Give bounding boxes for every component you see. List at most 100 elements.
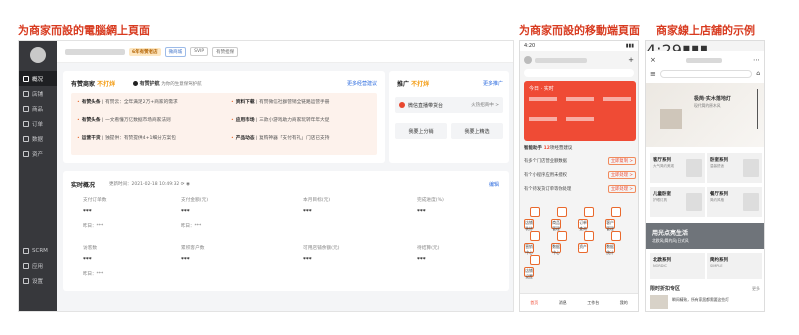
- section-banner[interactable]: 用光点亮生活 北欧风|简约风|日式风: [646, 223, 764, 249]
- task-row[interactable]: 有个小程序应用未授权 立即处理 >: [524, 171, 636, 179]
- task-button[interactable]: 立即处理 >: [607, 171, 636, 179]
- metric-value: ***: [417, 209, 426, 215]
- caption-store: 商家線上店舖的示例: [656, 24, 755, 37]
- sale-more-link[interactable]: 更多: [752, 286, 760, 292]
- edit-link[interactable]: 编辑: [489, 181, 499, 188]
- task-button[interactable]: 立即处理 >: [607, 185, 636, 193]
- more-suggestions-link[interactable]: 更多经营建议: [347, 80, 377, 87]
- tab-workbench[interactable]: 工作台: [587, 300, 599, 306]
- merchant-card: 有赞商家 不打烊 有赞护航 为你的生意保驾护航 更多经营建议 有赞头条 | 有赞…: [63, 71, 385, 163]
- sidebar-item-store[interactable]: 店铺: [19, 86, 57, 101]
- grid-icon[interactable]: [584, 231, 594, 241]
- feature-item[interactable]: 运营干货 | 独提供：有赞提供4+1细分方案包: [77, 135, 176, 141]
- metric-value: ***: [417, 257, 426, 263]
- mobile-header: +: [524, 55, 634, 65]
- product-card[interactable]: 餐厅系列 简约风格: [707, 187, 762, 217]
- sidebar-item-overview[interactable]: 概况: [19, 71, 57, 86]
- grid-label: 营销中心: [524, 243, 534, 255]
- metric-redacted: [566, 97, 594, 101]
- product-subtitle: 大气简约美观: [653, 164, 674, 168]
- task-row[interactable]: 有多个门店营业额数据 立即复制 >: [524, 157, 636, 165]
- grid-label: 商品管理: [551, 219, 561, 231]
- sidebar-item-assets[interactable]: 资产: [19, 146, 57, 161]
- sidebar-item-scrm[interactable]: SCRM: [19, 243, 57, 258]
- grid-icon[interactable]: [530, 231, 540, 241]
- product-card[interactable]: 客厅系列 大气简约美观: [650, 153, 705, 183]
- cart-icon[interactable]: ⌂: [756, 70, 760, 77]
- chart-icon: [23, 135, 29, 142]
- tab-me[interactable]: 我的: [620, 300, 628, 306]
- grid-icon[interactable]: [584, 207, 594, 217]
- sidebar-item-data[interactable]: 数据: [19, 131, 57, 146]
- refresh-icon[interactable]: ⟳: [181, 182, 185, 187]
- sidebar-item-apps[interactable]: 应用: [19, 258, 57, 273]
- product-subtitle: 简约风格: [710, 198, 724, 202]
- feature-desc: 有赞微信社群营销全链路运营手册: [259, 100, 330, 105]
- search-input[interactable]: [659, 69, 753, 78]
- assistant-title: 智能助手: [524, 146, 542, 151]
- grid-label: 数据统计: [605, 243, 615, 255]
- add-icon[interactable]: +: [628, 56, 634, 64]
- bottom-tab-bar: 首页 消息 工作台 我的: [520, 293, 638, 311]
- grid-label: 店铺设置: [524, 267, 534, 279]
- sidebar-item-settings[interactable]: 设置: [19, 273, 57, 288]
- more-promo-link[interactable]: 更多推广: [483, 80, 503, 87]
- update-label: 更新时间：: [109, 182, 132, 187]
- tab-messages[interactable]: 消息: [559, 300, 567, 306]
- metric-value: ***: [303, 209, 312, 215]
- collection-card[interactable]: 简约系列 SIMPLE: [707, 253, 762, 279]
- grid-icon[interactable]: [557, 207, 567, 217]
- task-button[interactable]: 立即复制 >: [607, 157, 636, 165]
- live-channel-row[interactable]: 微信直播带货台 火热招商中 >: [395, 97, 503, 113]
- metric-redacted: [529, 117, 557, 121]
- grid-icon[interactable]: [530, 255, 540, 265]
- feature-item[interactable]: 资料下载 | 有赞微信社群营销全链路运营手册: [231, 99, 330, 105]
- feature-item[interactable]: 应用市场 | 三款小游戏助力商家玩转年年大促: [231, 117, 330, 123]
- feature-name: 应用市场: [235, 118, 255, 123]
- task-row[interactable]: 有个待发货订单等你处理 立即处理 >: [524, 185, 636, 193]
- menu-icon[interactable]: ≡: [650, 70, 656, 78]
- task-text: 有多个门店营业额数据: [524, 159, 567, 164]
- sidebar-item-goods[interactable]: 商品: [19, 101, 57, 116]
- collection-title: 北欧系列: [653, 258, 671, 263]
- feature-item[interactable]: 产品动态 | 复购神器「支付有礼」门店已支持: [231, 135, 330, 141]
- more-icon[interactable]: ⋯: [753, 56, 760, 64]
- chair-image: [660, 109, 682, 129]
- close-icon[interactable]: ×: [650, 56, 656, 64]
- eye-icon[interactable]: ◉: [186, 182, 190, 187]
- product-subtitle: 温馨舒适: [710, 164, 724, 168]
- hero-banner[interactable]: 极简·实木落地灯 现代简约原木风: [646, 83, 764, 147]
- today-label: 今日: [529, 86, 540, 92]
- distribution-button[interactable]: 我要上分销: [395, 123, 447, 139]
- sidebar-item-orders[interactable]: 订单: [19, 116, 57, 131]
- tag-guarantee: 有赞担保: [212, 46, 239, 57]
- grid-icon[interactable]: [611, 231, 621, 241]
- product-card[interactable]: 卧室系列 温馨舒适: [707, 153, 762, 183]
- feature-item[interactable]: 有赞头条 | 一文看懂万亿数据市场商家法则: [77, 117, 171, 123]
- sale-item-image[interactable]: [650, 295, 668, 309]
- grid-icon[interactable]: [611, 207, 621, 217]
- promo-status: 不打烊: [411, 81, 430, 88]
- grid-icon[interactable]: [557, 231, 567, 241]
- feature-name: 产品动态: [235, 136, 255, 141]
- sidebar-item-label: 应用: [32, 263, 44, 270]
- avatar[interactable]: [30, 47, 46, 63]
- avatar[interactable]: [524, 56, 532, 64]
- collection-card[interactable]: 北欧系列 NORDIC: [650, 253, 705, 279]
- search-input[interactable]: [524, 69, 634, 77]
- feature-name: 运营干货: [81, 136, 101, 141]
- shop-name-redacted: [65, 48, 125, 55]
- signal-icon: ▮▮▮: [625, 43, 634, 49]
- product-card[interactable]: 儿童卧室 护眼灯具: [650, 187, 705, 217]
- store-search-row: ≡ ⌂: [650, 69, 760, 78]
- tab-home[interactable]: 首页: [530, 300, 538, 306]
- selection-button[interactable]: 我要上精选: [451, 123, 503, 139]
- tag-level: 6年有赞老店: [129, 47, 161, 56]
- sidebar-item-label: 商品: [32, 106, 44, 113]
- product-title: 客厅系列: [653, 158, 671, 163]
- grid-icon[interactable]: [530, 207, 540, 217]
- today-status: 实时: [543, 86, 554, 92]
- status-bar: 4:20 ▮▮▮: [520, 41, 638, 51]
- feature-item[interactable]: 有赞头条 | 有赞云：全年满足2万+商家的需求: [77, 99, 178, 105]
- sale-item-title[interactable]: 瞬间精致，所有家居都需要这些灯: [672, 297, 762, 303]
